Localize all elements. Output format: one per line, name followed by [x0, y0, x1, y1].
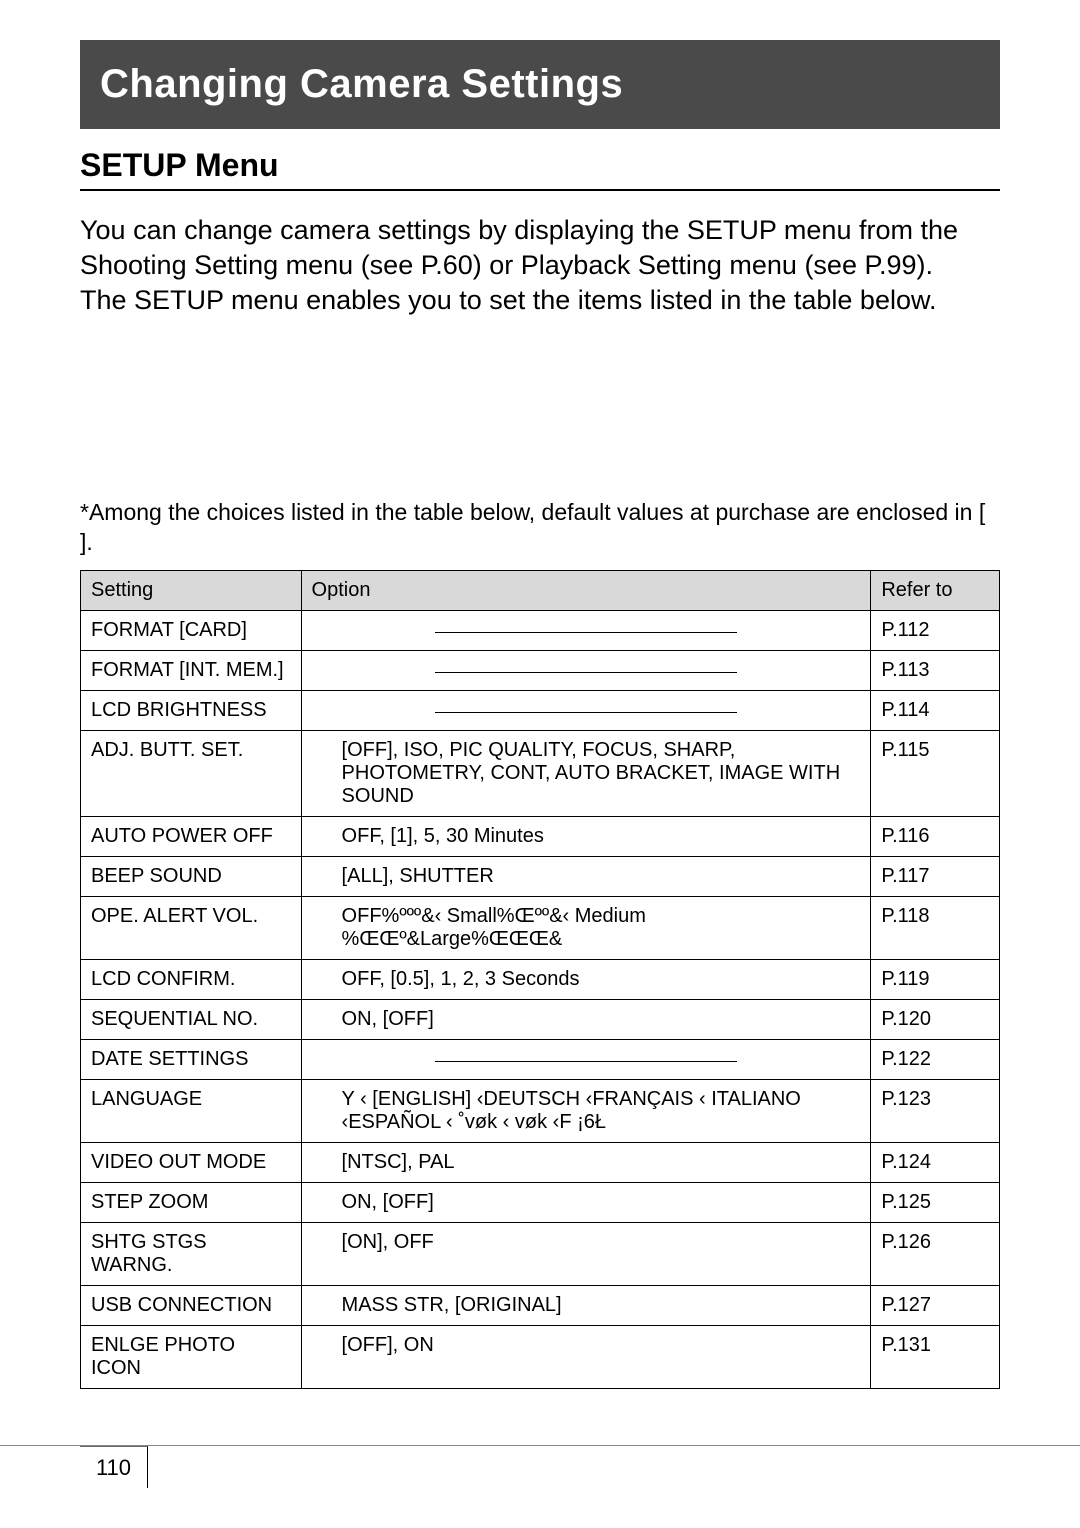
setting-cell: AUTO POWER OFF — [81, 817, 302, 857]
refer-cell: P.122 — [871, 1040, 1000, 1080]
intro-paragraph: You can change camera settings by displa… — [80, 213, 1000, 318]
page-title: Changing Camera Settings — [100, 62, 623, 106]
dash-line-icon — [435, 1048, 737, 1062]
setting-cell: DATE SETTINGS — [81, 1040, 302, 1080]
setting-cell: SHTG STGS WARNG. — [81, 1223, 302, 1286]
option-cell: OFF, [0.5], 1, 2, 3 Seconds — [301, 960, 871, 1000]
option-cell: [OFF], ISO, PIC QUALITY, FOCUS, SHARP, P… — [301, 731, 871, 817]
setting-cell: OPE. ALERT VOL. — [81, 897, 302, 960]
footnote: *Among the choices listed in the table b… — [80, 498, 1000, 558]
page-number: 110 — [96, 1455, 131, 1481]
option-cell: MASS STR, [ORIGINAL] — [301, 1286, 871, 1326]
table-row: DATE SETTINGS P.122 — [81, 1040, 1000, 1080]
refer-cell: P.113 — [871, 651, 1000, 691]
option-cell: ON, [OFF] — [301, 1000, 871, 1040]
table-row: ENLGE PHOTO ICON[OFF], ONP.131 — [81, 1326, 1000, 1389]
setting-cell: ADJ. BUTT. SET. — [81, 731, 302, 817]
refer-cell: P.125 — [871, 1183, 1000, 1223]
table-row: ADJ. BUTT. SET.[OFF], ISO, PIC QUALITY, … — [81, 731, 1000, 817]
table-row: SEQUENTIAL NO.ON, [OFF]P.120 — [81, 1000, 1000, 1040]
refer-cell: P.114 — [871, 691, 1000, 731]
option-cell: [OFF], ON — [301, 1326, 871, 1389]
setting-cell: VIDEO OUT MODE — [81, 1143, 302, 1183]
dash-line-icon — [435, 619, 737, 633]
refer-cell: P.118 — [871, 897, 1000, 960]
table-row: AUTO POWER OFFOFF, [1], 5, 30 MinutesP.1… — [81, 817, 1000, 857]
option-cell: ON, [OFF] — [301, 1183, 871, 1223]
refer-cell: P.112 — [871, 611, 1000, 651]
option-cell — [301, 611, 871, 651]
table-row: LCD CONFIRM.OFF, [0.5], 1, 2, 3 SecondsP… — [81, 960, 1000, 1000]
refer-cell: P.131 — [871, 1326, 1000, 1389]
table-row: LCD BRIGHTNESS P.114 — [81, 691, 1000, 731]
dash-line-icon — [435, 659, 737, 673]
refer-cell: P.126 — [871, 1223, 1000, 1286]
intro-text: You can change camera settings by displa… — [80, 215, 958, 315]
option-cell: OFF%ººº&‹ Small%Œºº&‹ Medium %ŒŒº&Large%… — [301, 897, 871, 960]
setting-cell: SEQUENTIAL NO. — [81, 1000, 302, 1040]
col-header-refer: Refer to — [871, 571, 1000, 611]
section-subtitle: SETUP Menu — [80, 147, 1000, 191]
table-row: VIDEO OUT MODE[NTSC], PALP.124 — [81, 1143, 1000, 1183]
page-number-box: 110 — [80, 1446, 148, 1488]
option-cell: Y ‹ [ENGLISH] ‹DEUTSCH ‹FRANÇAIS ‹ ITALI… — [301, 1080, 871, 1143]
refer-cell: P.127 — [871, 1286, 1000, 1326]
table-header-row: Setting Option Refer to — [81, 571, 1000, 611]
table-row: STEP ZOOMON, [OFF]P.125 — [81, 1183, 1000, 1223]
option-cell — [301, 1040, 871, 1080]
setting-cell: USB CONNECTION — [81, 1286, 302, 1326]
setting-cell: FORMAT [INT. MEM.] — [81, 651, 302, 691]
setting-cell: LANGUAGE — [81, 1080, 302, 1143]
dash-line-icon — [435, 699, 737, 713]
setting-cell: STEP ZOOM — [81, 1183, 302, 1223]
refer-cell: P.117 — [871, 857, 1000, 897]
refer-cell: P.120 — [871, 1000, 1000, 1040]
option-cell — [301, 651, 871, 691]
refer-cell: P.119 — [871, 960, 1000, 1000]
refer-cell: P.115 — [871, 731, 1000, 817]
refer-cell: P.116 — [871, 817, 1000, 857]
page-header-bar: Changing Camera Settings — [80, 40, 1000, 129]
option-cell: OFF, [1], 5, 30 Minutes — [301, 817, 871, 857]
table-row: OPE. ALERT VOL.OFF%ººº&‹ Small%Œºº&‹ Med… — [81, 897, 1000, 960]
col-header-option: Option — [301, 571, 871, 611]
setting-cell: LCD CONFIRM. — [81, 960, 302, 1000]
setting-cell: LCD BRIGHTNESS — [81, 691, 302, 731]
option-cell: [ON], OFF — [301, 1223, 871, 1286]
option-cell: [NTSC], PAL — [301, 1143, 871, 1183]
table-row: BEEP SOUND[ALL], SHUTTERP.117 — [81, 857, 1000, 897]
table-row: FORMAT [INT. MEM.] P.113 — [81, 651, 1000, 691]
setting-cell: BEEP SOUND — [81, 857, 302, 897]
setting-cell: ENLGE PHOTO ICON — [81, 1326, 302, 1389]
setting-cell: FORMAT [CARD] — [81, 611, 302, 651]
refer-cell: P.124 — [871, 1143, 1000, 1183]
option-cell — [301, 691, 871, 731]
subtitle-text: SETUP Menu — [80, 147, 279, 183]
footnote-text: *Among the choices listed in the table b… — [80, 499, 985, 555]
option-cell: [ALL], SHUTTER — [301, 857, 871, 897]
table-row: USB CONNECTIONMASS STR, [ORIGINAL]P.127 — [81, 1286, 1000, 1326]
table-row: FORMAT [CARD] P.112 — [81, 611, 1000, 651]
settings-table: Setting Option Refer to FORMAT [CARD] P.1… — [80, 570, 1000, 1389]
refer-cell: P.123 — [871, 1080, 1000, 1143]
col-header-setting: Setting — [81, 571, 302, 611]
footer-rule — [0, 1445, 1080, 1446]
table-row: SHTG STGS WARNG.[ON], OFFP.126 — [81, 1223, 1000, 1286]
table-row: LANGUAGEY ‹ [ENGLISH] ‹DEUTSCH ‹FRANÇAIS… — [81, 1080, 1000, 1143]
